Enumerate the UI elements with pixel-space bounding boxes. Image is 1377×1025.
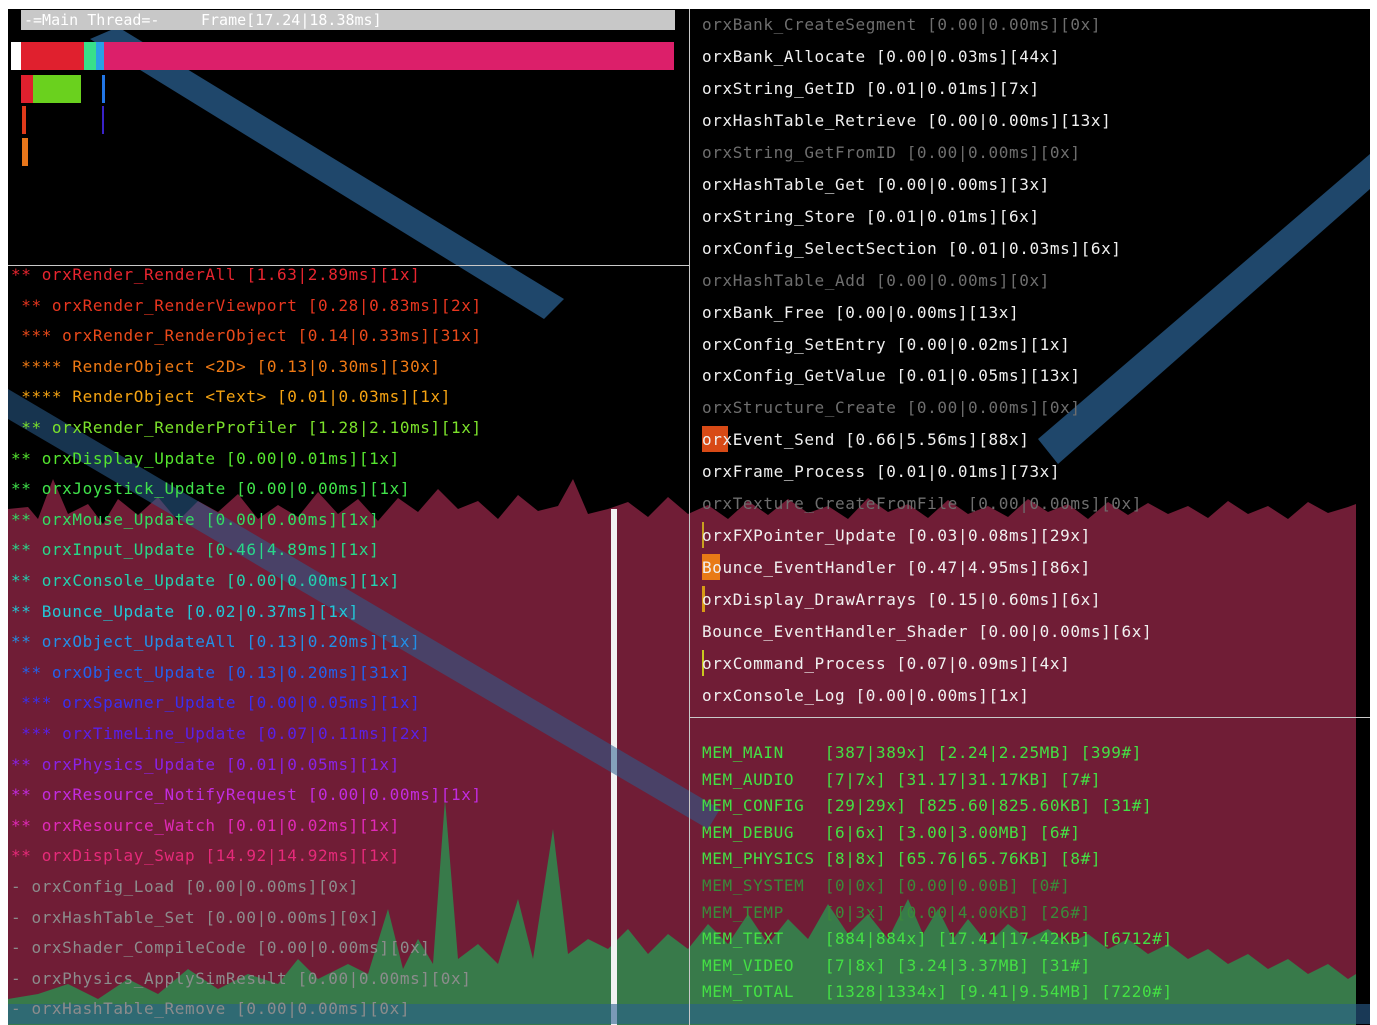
timeline-sub-block-renderobject[interactable] xyxy=(22,106,26,134)
timeline-block-update[interactable] xyxy=(84,42,96,70)
function-row[interactable]: orxConfig_SetEntry [0.00|0.02ms][1x] xyxy=(702,335,1070,354)
function-row[interactable]: orxCommand_Process [0.07|0.09ms][4x] xyxy=(702,655,1070,673)
function-row[interactable]: orxFXPointer_Update [0.03|0.08ms][29x] xyxy=(702,527,1091,545)
timeline-sub-block-renderobject-2d[interactable] xyxy=(22,138,28,166)
memory-row[interactable]: MEM_PHYSICS [8|8x] [65.76|65.76KB] [8#] xyxy=(702,850,1101,868)
marker-row[interactable]: - orxHashTable_Remove [0.00|0.00ms][0x] xyxy=(11,1000,410,1018)
function-row[interactable]: orxStructure_Create [0.00|0.00ms][0x] xyxy=(702,399,1081,417)
marker-row[interactable]: ** orxDisplay_Update [0.00|0.01ms][1x] xyxy=(11,449,400,468)
marker-row[interactable]: ** Bounce_Update [0.02|0.37ms][1x] xyxy=(11,602,359,621)
function-row[interactable]: Bounce_EventHandler_Shader [0.00|0.00ms]… xyxy=(702,623,1152,641)
memory-row[interactable]: MEM_SYSTEM [0|0x] [0.00|0.00B] [0#] xyxy=(702,877,1070,895)
function-row[interactable]: orxEvent_Send [0.66|5.56ms][88x] xyxy=(702,431,1029,449)
marker-row[interactable]: ** orxInput_Update [0.46|4.89ms][1x] xyxy=(11,541,379,559)
function-row[interactable]: orxConsole_Log [0.00|0.00ms][1x] xyxy=(702,686,1029,705)
marker-row[interactable]: **** RenderObject <2D> [0.13|0.30ms][30x… xyxy=(11,357,441,376)
marker-row[interactable]: ** orxPhysics_Update [0.01|0.05ms][1x] xyxy=(11,755,400,774)
vertical-divider xyxy=(689,9,690,1025)
timeline-block-render[interactable] xyxy=(21,42,84,70)
function-row[interactable]: orxHashTable_Get [0.00|0.00ms][3x] xyxy=(702,175,1050,194)
marker-row[interactable]: - orxHashTable_Set [0.00|0.00ms][0x] xyxy=(11,908,379,927)
function-row[interactable]: orxDisplay_DrawArrays [0.15|0.60ms][6x] xyxy=(702,591,1101,609)
marker-row[interactable]: ** orxDisplay_Swap [14.92|14.92ms][1x] xyxy=(11,847,400,865)
function-row[interactable]: orxConfig_GetValue [0.01|0.05ms][13x] xyxy=(702,367,1081,385)
timeline-sub-block-profiler[interactable] xyxy=(33,75,81,103)
thread-label: -=Main Thread=- xyxy=(24,11,160,29)
timeline-sub-block-timeline[interactable] xyxy=(102,106,104,134)
timeline-block-swap[interactable] xyxy=(104,42,674,70)
marker-row[interactable]: ** orxResource_Watch [0.01|0.02ms][1x] xyxy=(11,816,400,835)
function-row[interactable]: orxBank_Free [0.00|0.00ms][13x] xyxy=(702,303,1019,322)
timeline-start-marker[interactable] xyxy=(11,42,21,70)
marker-row[interactable]: **** RenderObject <Text> [0.01|0.03ms][1… xyxy=(11,388,451,406)
marker-row[interactable]: - orxPhysics_ApplySimResult [0.00|0.00ms… xyxy=(11,969,471,988)
marker-row[interactable]: *** orxTimeLine_Update [0.07|0.11ms][2x] xyxy=(11,725,431,743)
marker-row[interactable]: - orxConfig_Load [0.00|0.00ms][0x] xyxy=(11,878,359,896)
marker-row[interactable]: *** orxSpawner_Update [0.00|0.05ms][1x] xyxy=(11,694,420,712)
function-row[interactable]: Bounce_EventHandler [0.47|4.95ms][86x] xyxy=(702,559,1091,577)
marker-row[interactable]: ** orxResource_NotifyRequest [0.00|0.00m… xyxy=(11,786,482,804)
memory-row[interactable]: MEM_DEBUG [6|6x] [3.00|3.00MB] [6#] xyxy=(702,823,1081,842)
timeline-block-physics[interactable] xyxy=(96,42,104,70)
marker-row[interactable]: ** orxRender_RenderProfiler [1.28|2.10ms… xyxy=(11,419,482,437)
function-row[interactable]: orxString_GetID [0.01|0.01ms][7x] xyxy=(702,79,1040,98)
memory-row[interactable]: MEM_TEMP [0|3x] [0.00|4.00KB] [26#] xyxy=(702,903,1091,922)
timeline-sub-block-object[interactable] xyxy=(102,75,105,103)
memory-row[interactable]: MEM_AUDIO [7|7x] [31.17|31.17KB] [7#] xyxy=(702,770,1101,789)
marker-row[interactable]: ** orxConsole_Update [0.00|0.00ms][1x] xyxy=(11,572,400,590)
marker-row[interactable]: - orxShader_CompileCode [0.00|0.00ms][0x… xyxy=(11,939,431,957)
overlay-band-c xyxy=(1038,154,1370,464)
marker-row[interactable]: ** orxMouse_Update [0.00|0.00ms][1x] xyxy=(11,510,379,529)
marker-row[interactable]: ** orxObject_UpdateAll [0.13|0.20ms][1x] xyxy=(11,633,420,651)
memory-row[interactable]: MEM_MAIN [387|389x] [2.24|2.25MB] [399#] xyxy=(702,744,1142,762)
profiler-screen: -=Main Thread=- Frame[17.24|18.38ms] ** … xyxy=(8,9,1370,1025)
frame-label: Frame[17.24|18.38ms] xyxy=(201,11,382,29)
marker-row[interactable]: ** orxObject_Update [0.13|0.20ms][31x] xyxy=(11,663,410,682)
function-row[interactable]: orxHashTable_Retrieve [0.00|0.00ms][13x] xyxy=(702,111,1111,130)
function-row[interactable]: orxString_Store [0.01|0.01ms][6x] xyxy=(702,207,1040,226)
memory-row[interactable]: MEM_TOTAL [1328|1334x] [9.41|9.54MB] [72… xyxy=(702,983,1173,1001)
memory-row[interactable]: MEM_VIDEO [7|8x] [3.24|3.37MB] [31#] xyxy=(702,956,1091,975)
function-row[interactable]: orxTexture_CreateFromFile [0.00|0.00ms][… xyxy=(702,495,1142,513)
right-horizontal-divider xyxy=(690,717,1370,718)
marker-row[interactable]: ** orxJoystick_Update [0.00|0.00ms][1x] xyxy=(11,480,410,498)
marker-row[interactable]: ** orxRender_RenderAll [1.63|2.89ms][1x] xyxy=(11,266,420,284)
memory-row[interactable]: MEM_TEXT [884|884x] [17.41|17.42KB] [671… xyxy=(702,930,1173,948)
marker-row[interactable]: *** orxRender_RenderObject [0.14|0.33ms]… xyxy=(11,327,482,345)
function-row[interactable]: orxBank_CreateSegment [0.00|0.00ms][0x] xyxy=(702,16,1101,34)
function-row[interactable]: orxBank_Allocate [0.00|0.03ms][44x] xyxy=(702,47,1060,66)
marker-row[interactable]: ** orxRender_RenderViewport [0.28|0.83ms… xyxy=(11,296,482,315)
function-row[interactable]: orxHashTable_Add [0.00|0.00ms][0x] xyxy=(702,271,1050,290)
function-row[interactable]: orxFrame_Process [0.01|0.01ms][73x] xyxy=(702,463,1060,481)
thread-header-bar: -=Main Thread=- Frame[17.24|18.38ms] xyxy=(21,10,675,30)
memory-row[interactable]: MEM_CONFIG [29|29x] [825.60|825.60KB] [3… xyxy=(702,797,1152,815)
timeline-sub-block-viewport[interactable] xyxy=(21,75,33,103)
function-row[interactable]: orxString_GetFromID [0.00|0.00ms][0x] xyxy=(702,143,1081,162)
function-row[interactable]: orxConfig_SelectSection [0.01|0.03ms][6x… xyxy=(702,239,1122,258)
